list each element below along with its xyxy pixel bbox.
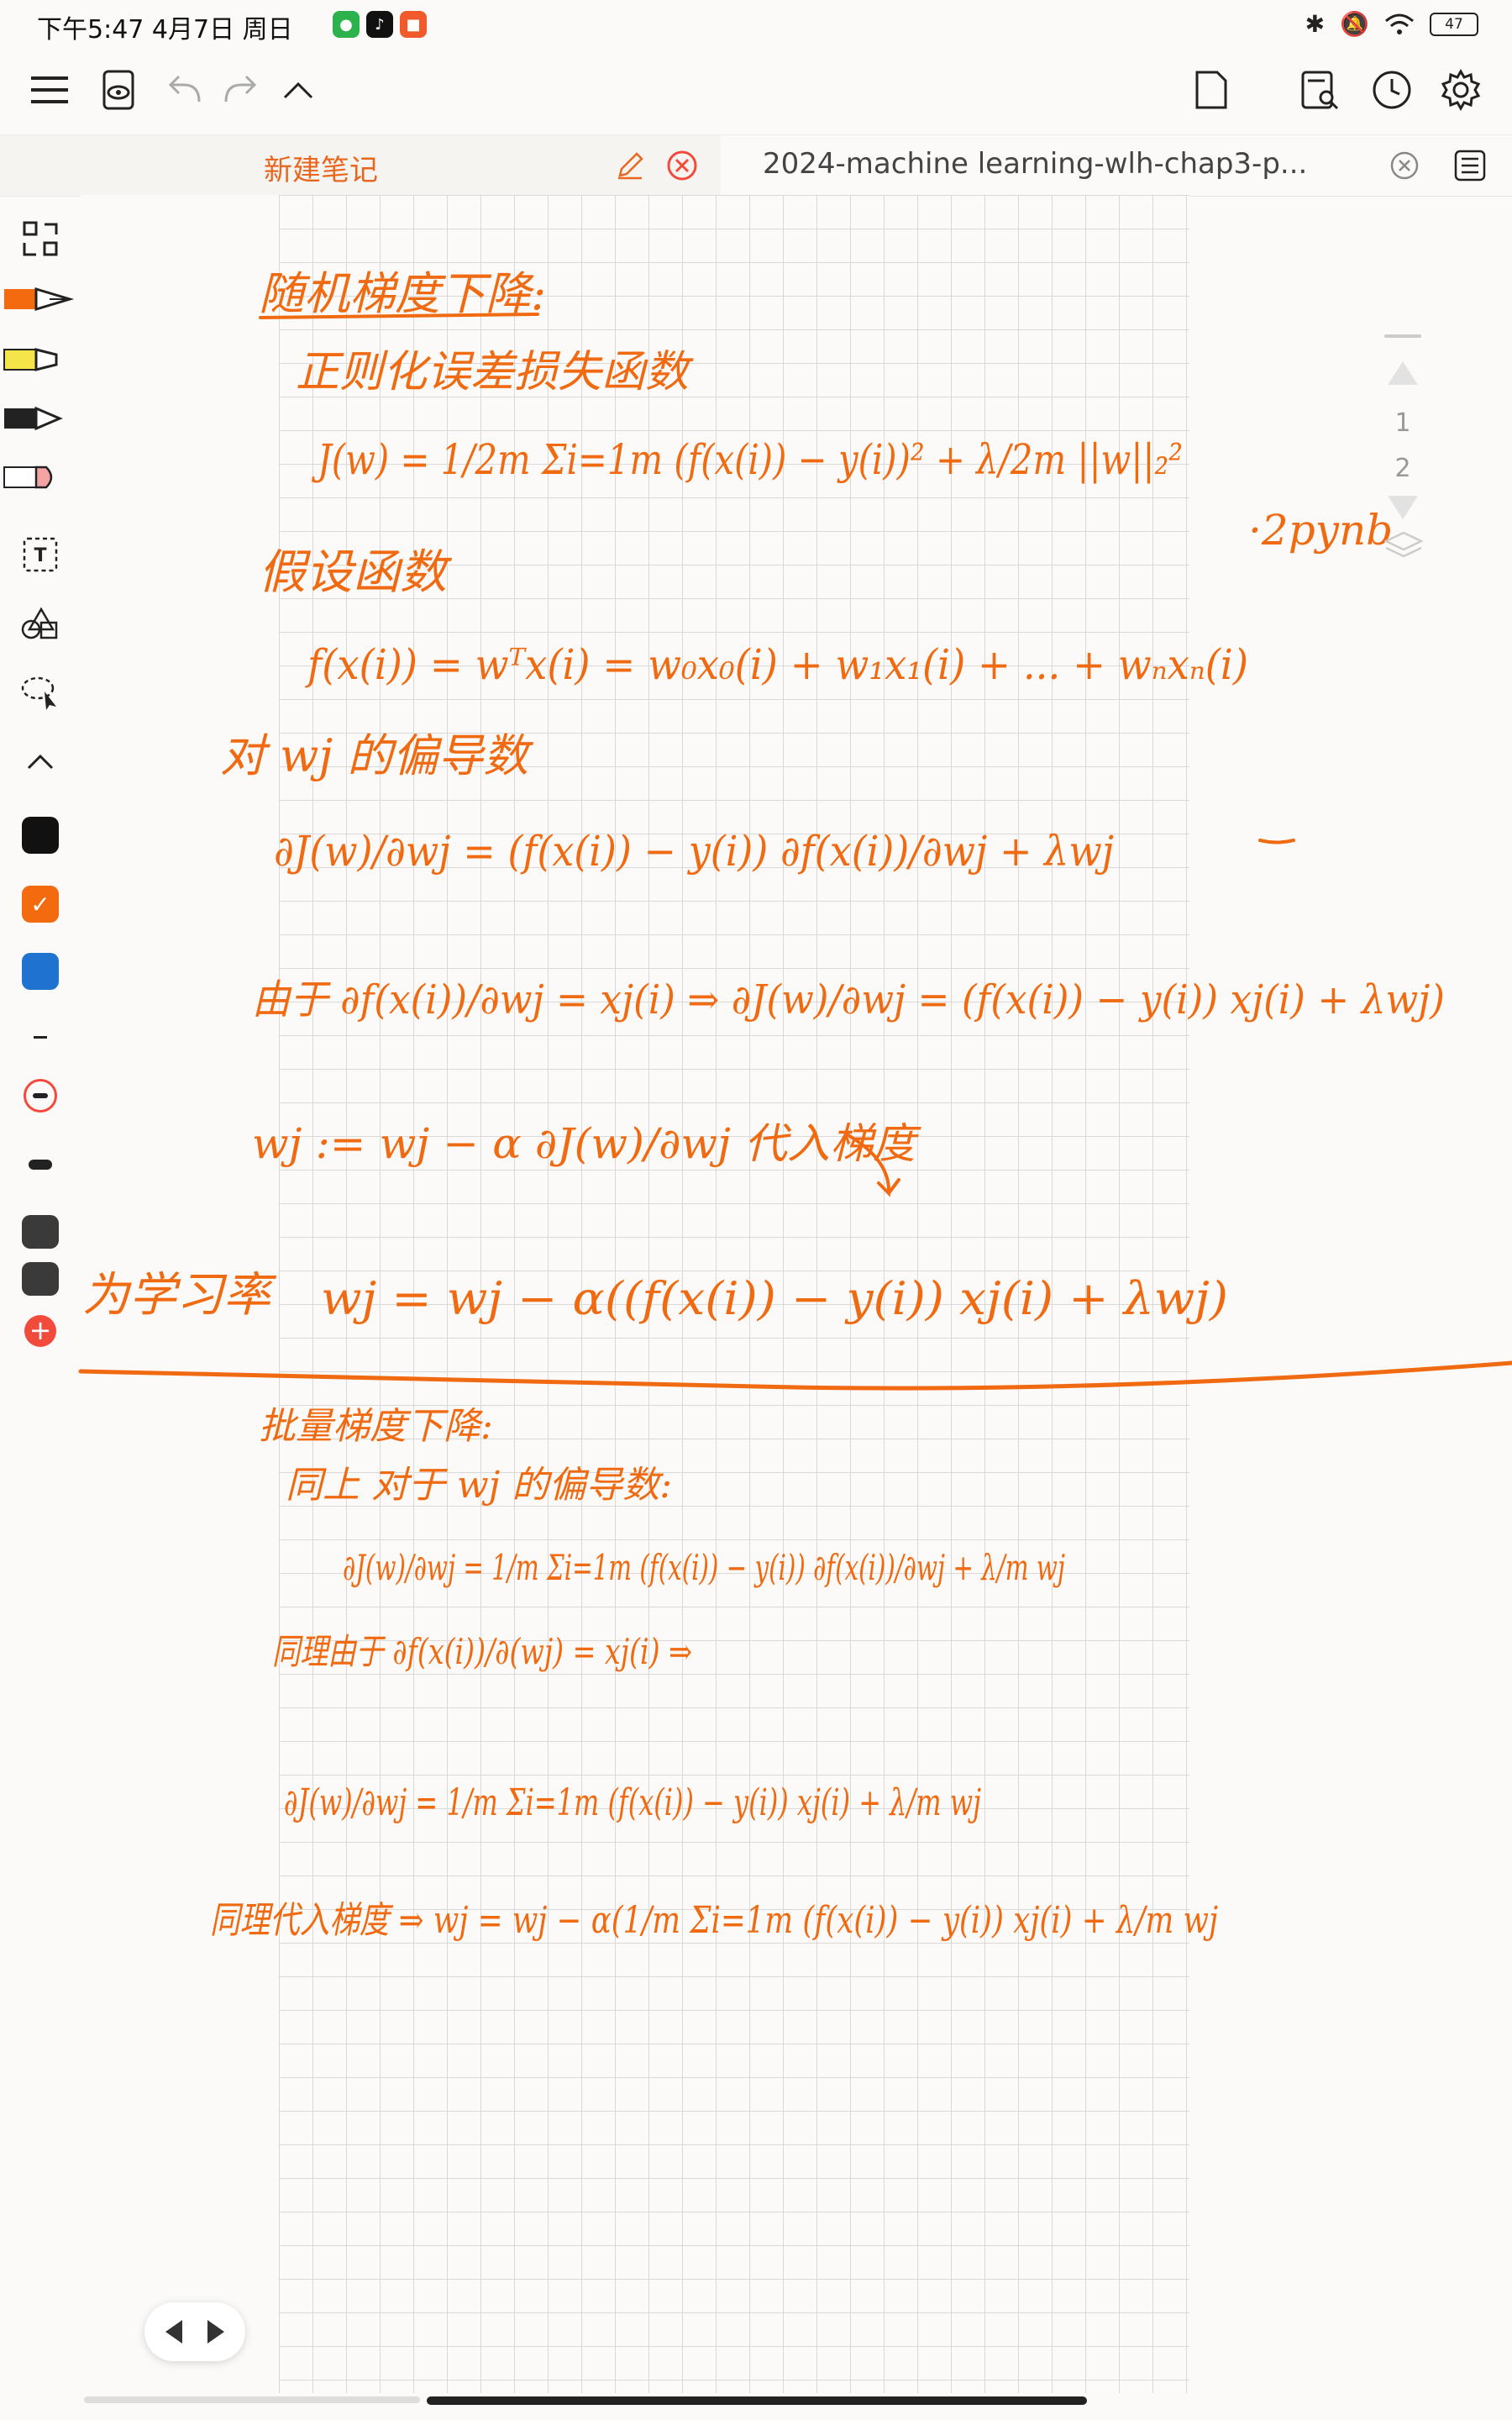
page-up-triangle-icon[interactable] [1386, 358, 1420, 388]
note-hypothesis-title: 假设函数 [259, 545, 453, 600]
note-partial-title: 对 wj 的偏导数 [220, 729, 533, 782]
note-batch-since: 同理由于 ∂f(x(i))/∂(wj) = xj(i) ⇒ [272, 1631, 692, 1672]
note-batch-partial: ∂J(w)/∂wj = 1/m Σi=1m (f(x(i)) − y(i)) ∂… [343, 1547, 1065, 1588]
note-loss-formula: J(w) = 1/2m Σi=1m (f(x(i)) − y(i))² + λ/… [311, 435, 1183, 484]
previous-page-icon[interactable] [162, 2317, 186, 2347]
note-partial-formula: ∂J(w)/∂wj = (f(x(i)) − y(i)) ∂f(x(i))/∂w… [274, 827, 1114, 876]
page-number-2[interactable]: 2 [1378, 454, 1428, 483]
note-margin-ipynb: ·2pynb [1248, 506, 1393, 555]
note-regularized-loss: 正则化误差损失函数 [296, 347, 694, 397]
bottom-page-switcher [144, 2302, 245, 2361]
note-batch-update: 同理代入梯度 ⇒ wj = wj − α(1/m Σi=1m (f(x(i)) … [210, 1899, 1218, 1942]
next-page-icon[interactable] [204, 2317, 228, 2347]
layers-icon[interactable] [1384, 529, 1423, 563]
note-heading-bgd: 批量梯度下降: [259, 1405, 493, 1448]
system-home-indicator[interactable] [427, 2396, 1087, 2405]
note-same-as-above: 同上 对于 wj 的偏导数: [286, 1464, 672, 1507]
handwritten-notes: 随机梯度下降: 正则化误差损失函数 J(w) = 1/2m Σi=1m (f(x… [78, 267, 1512, 1942]
ink-stroke-small [1258, 839, 1295, 844]
horizontal-scrollbar[interactable] [84, 2396, 420, 2403]
note-since-formula: 由于 ∂f(x(i))/∂wj = xj(i) ⇒ ∂J(w)/∂wj = (f… [252, 976, 1445, 1023]
ink-divider-line [78, 1360, 1512, 1391]
note-batch-gradient: ∂J(w)/∂wj = 1/m Σi=1m (f(x(i)) − y(i)) x… [284, 1781, 981, 1824]
note-heading-sgd: 随机梯度下降: [259, 267, 546, 320]
note-final-update: wj = wj − α((f(x(i)) − y(i)) xj(i) + λwj… [321, 1272, 1228, 1325]
page-down-triangle-icon[interactable] [1386, 492, 1420, 523]
note-margin-learning-rate: 为学习率 [82, 1268, 277, 1323]
navigator-handle[interactable] [1384, 334, 1421, 338]
note-hypothesis-formula: f(x(i)) = wᵀx(i) = w₀x₀(i) + w₁x₁(i) + .… [304, 640, 1248, 689]
page-navigator[interactable]: 1 2 [1378, 328, 1428, 597]
note-update-rule: wj := wj − α ∂J(w)/∂wj 代入梯度 [252, 1119, 921, 1168]
page-number-1[interactable]: 1 [1378, 408, 1428, 438]
